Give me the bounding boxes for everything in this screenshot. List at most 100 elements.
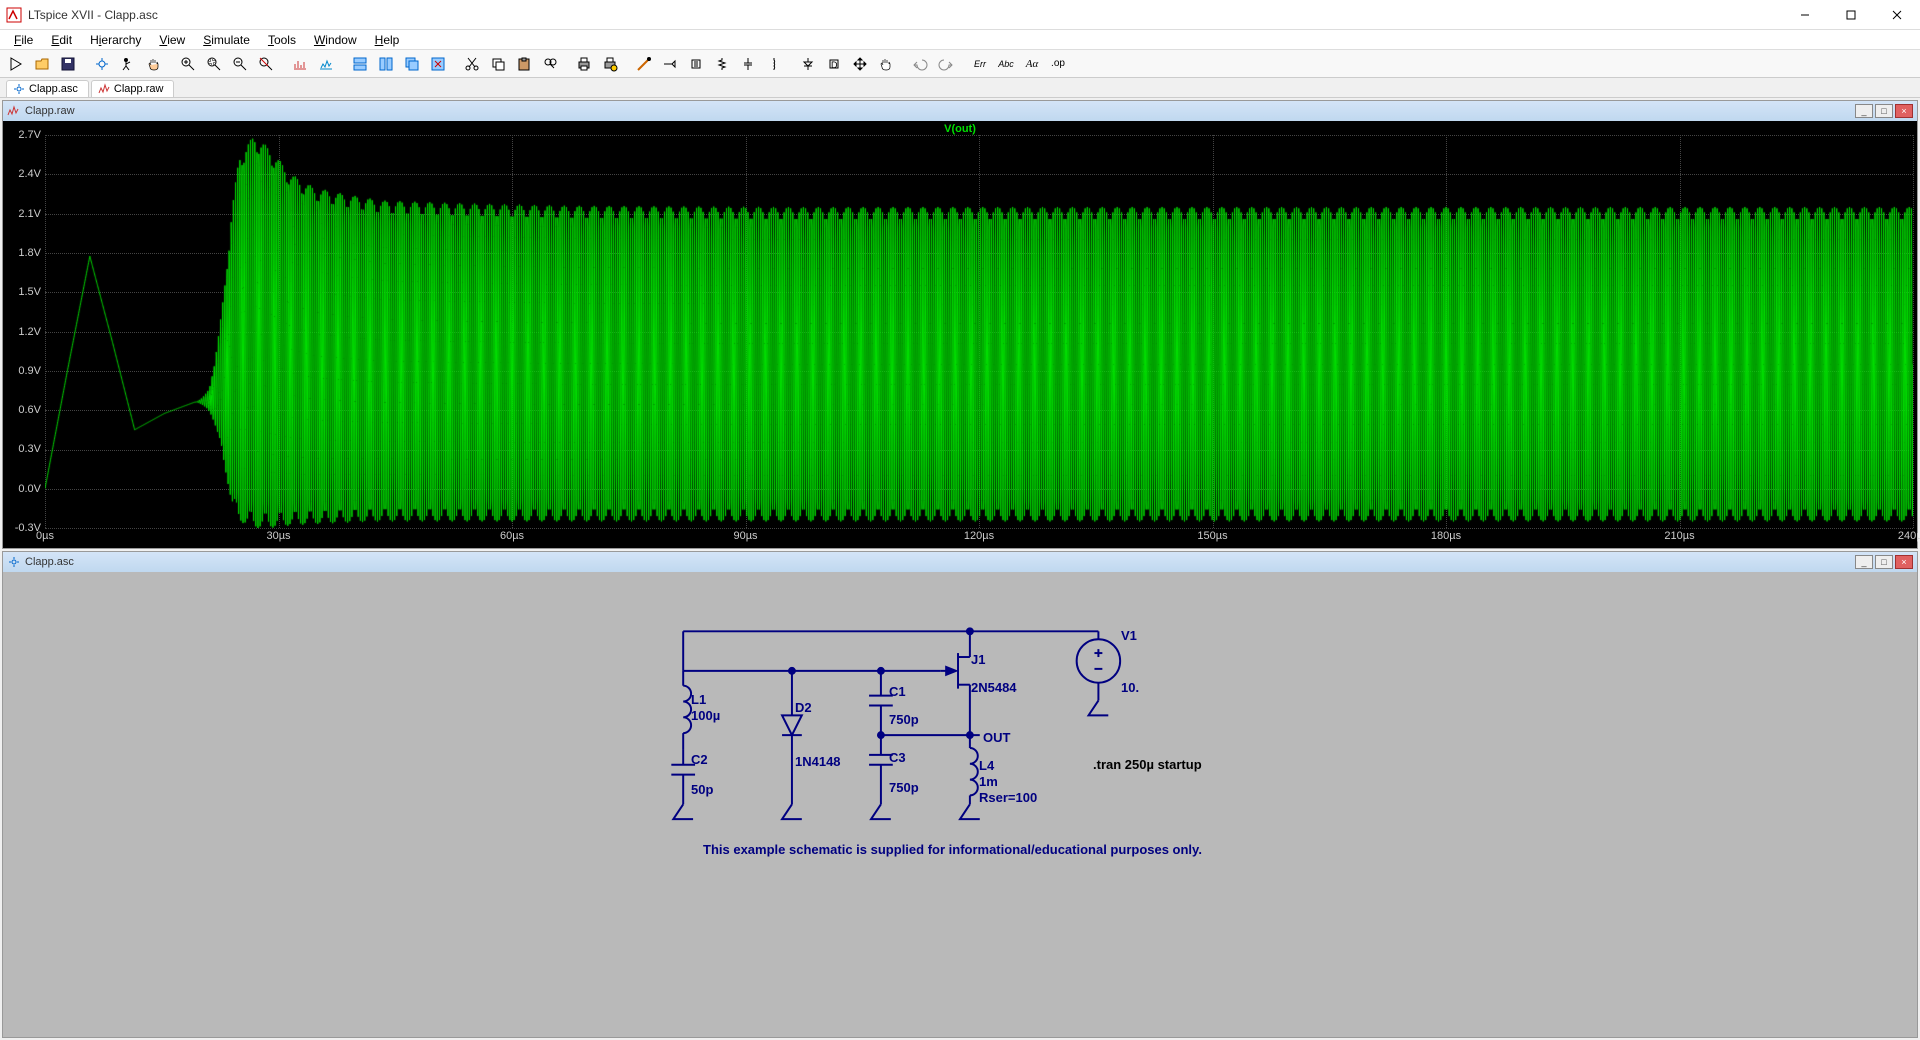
menu-help[interactable]: Help bbox=[367, 31, 408, 49]
waveform-pane-titlebar[interactable]: Clapp.raw _ □ × bbox=[3, 101, 1917, 121]
comp-name-L4[interactable]: L4 bbox=[979, 758, 994, 773]
pane-close-button[interactable]: × bbox=[1895, 104, 1913, 118]
drag-button[interactable] bbox=[874, 52, 898, 76]
place-res-button[interactable] bbox=[710, 52, 734, 76]
svg-text:D: D bbox=[831, 60, 838, 70]
menu-bar: File Edit Hierarchy View Simulate Tools … bbox=[0, 30, 1920, 50]
undo-button[interactable] bbox=[908, 52, 932, 76]
schematic-button[interactable] bbox=[90, 52, 114, 76]
waveform-canvas[interactable] bbox=[45, 135, 1913, 528]
draw-wire-button[interactable] bbox=[632, 52, 656, 76]
waveform-icon bbox=[7, 104, 21, 118]
cascade-button[interactable] bbox=[400, 52, 424, 76]
zoom-out-button[interactable] bbox=[228, 52, 252, 76]
menu-file[interactable]: File bbox=[6, 31, 41, 49]
text-button[interactable]: Aα bbox=[1020, 52, 1044, 76]
close-button[interactable] bbox=[1874, 0, 1920, 30]
comp-value-J1[interactable]: 2N5484 bbox=[971, 680, 1017, 695]
pane-close-button[interactable]: × bbox=[1895, 555, 1913, 569]
comp-name-D2[interactable]: D2 bbox=[795, 700, 812, 715]
tab-label: Clapp.asc bbox=[29, 83, 78, 95]
x-axis[interactable]: 0µs30µs60µs90µs120µs150µs180µs210µs240µs bbox=[45, 528, 1913, 548]
pane-maximize-button[interactable]: □ bbox=[1875, 555, 1893, 569]
cut-button[interactable] bbox=[460, 52, 484, 76]
x-tick: 0µs bbox=[36, 530, 54, 542]
spice-directive[interactable]: .tran 250µ startup bbox=[1093, 757, 1202, 772]
comp-value-C1[interactable]: 750p bbox=[889, 712, 919, 727]
comp-name-L1[interactable]: L1 bbox=[691, 692, 706, 707]
spice-err-button[interactable]: Err bbox=[968, 52, 992, 76]
toolbar: D Err Abc Aα .op bbox=[0, 50, 1920, 78]
zoom-in-button[interactable] bbox=[176, 52, 200, 76]
find-button[interactable] bbox=[538, 52, 562, 76]
label-net-button[interactable] bbox=[658, 52, 682, 76]
comp-value-D2[interactable]: 1N4148 bbox=[795, 754, 841, 769]
tab-waveform[interactable]: Clapp.raw bbox=[91, 80, 175, 97]
autoscale-button[interactable] bbox=[288, 52, 312, 76]
minimize-button[interactable] bbox=[1782, 0, 1828, 30]
copy-button[interactable] bbox=[486, 52, 510, 76]
y-axis[interactable]: 2.7V2.4V2.1V1.8V1.5V1.2V0.9V0.6V0.3V0.0V… bbox=[3, 121, 45, 528]
zoom-area-button[interactable] bbox=[202, 52, 226, 76]
comp-name-C3[interactable]: C3 bbox=[889, 750, 906, 765]
schematic-canvas-area[interactable]: L1 100µ C2 50p D2 1N4148 C1 750p C3 750p… bbox=[3, 572, 1917, 1037]
zoom-fit-button[interactable] bbox=[254, 52, 278, 76]
op-button[interactable]: .op bbox=[1046, 52, 1070, 76]
comp-value-L4[interactable]: 1m bbox=[979, 774, 998, 789]
comp-value-C2[interactable]: 50p bbox=[691, 782, 713, 797]
comp-value-L1[interactable]: 100µ bbox=[691, 708, 720, 723]
x-tick: 90µs bbox=[733, 530, 757, 542]
close-all-button[interactable] bbox=[426, 52, 450, 76]
comp-name-J1[interactable]: J1 bbox=[971, 652, 985, 667]
menu-view[interactable]: View bbox=[151, 31, 193, 49]
schematic-footer[interactable]: This example schematic is supplied for i… bbox=[703, 842, 1202, 857]
spice-text-button[interactable]: Abc bbox=[994, 52, 1018, 76]
redo-button[interactable] bbox=[934, 52, 958, 76]
place-gnd-button[interactable] bbox=[684, 52, 708, 76]
move-button[interactable] bbox=[848, 52, 872, 76]
tab-schematic[interactable]: Clapp.asc bbox=[6, 80, 89, 97]
comp-value-C3[interactable]: 750p bbox=[889, 780, 919, 795]
trace-label[interactable]: V(out) bbox=[944, 123, 976, 135]
net-label-out[interactable]: OUT bbox=[983, 730, 1010, 745]
save-button[interactable] bbox=[56, 52, 80, 76]
comp-rser-L4[interactable]: Rser=100 bbox=[979, 790, 1037, 805]
waveform-pane: Clapp.raw _ □ × V(out) 2.7V2.4V2.1V1.8V1… bbox=[2, 100, 1918, 549]
pane-maximize-button[interactable]: □ bbox=[1875, 104, 1893, 118]
open-button[interactable] bbox=[30, 52, 54, 76]
paste-button[interactable] bbox=[512, 52, 536, 76]
place-ind-button[interactable] bbox=[762, 52, 786, 76]
comp-value-V1[interactable]: 10. bbox=[1121, 680, 1139, 695]
schematic-svg bbox=[3, 572, 1917, 1037]
print-button[interactable] bbox=[572, 52, 596, 76]
place-component-button[interactable]: D bbox=[822, 52, 846, 76]
schematic-pane-titlebar[interactable]: Clapp.asc _ □ × bbox=[3, 552, 1917, 572]
print-setup-button[interactable] bbox=[598, 52, 622, 76]
place-diode-button[interactable] bbox=[796, 52, 820, 76]
maximize-button[interactable] bbox=[1828, 0, 1874, 30]
pane-minimize-button[interactable]: _ bbox=[1855, 555, 1873, 569]
comp-name-C2[interactable]: C2 bbox=[691, 752, 708, 767]
y-tick: 2.4V bbox=[18, 168, 41, 180]
place-cap-button[interactable] bbox=[736, 52, 760, 76]
title-bar: LTspice XVII - Clapp.asc bbox=[0, 0, 1920, 30]
menu-simulate[interactable]: Simulate bbox=[195, 31, 258, 49]
menu-hierarchy[interactable]: Hierarchy bbox=[82, 31, 149, 49]
pane-minimize-button[interactable]: _ bbox=[1855, 104, 1873, 118]
tile-vert-button[interactable] bbox=[374, 52, 398, 76]
run-icon[interactable] bbox=[116, 52, 140, 76]
comp-name-C1[interactable]: C1 bbox=[889, 684, 906, 699]
stack-button[interactable] bbox=[314, 52, 338, 76]
pan-button[interactable] bbox=[142, 52, 166, 76]
comp-name-V1[interactable]: V1 bbox=[1121, 628, 1137, 643]
menu-window[interactable]: Window bbox=[306, 31, 365, 49]
waveform-plot[interactable]: V(out) 2.7V2.4V2.1V1.8V1.5V1.2V0.9V0.6V0… bbox=[3, 121, 1917, 548]
menu-tools[interactable]: Tools bbox=[260, 31, 304, 49]
x-tick: 120µs bbox=[964, 530, 994, 542]
y-tick: 0.6V bbox=[18, 404, 41, 416]
run-button[interactable] bbox=[4, 52, 28, 76]
y-tick: 0.3V bbox=[18, 443, 41, 455]
pane-title-text: Clapp.raw bbox=[25, 105, 1855, 117]
menu-edit[interactable]: Edit bbox=[43, 31, 80, 49]
tile-horiz-button[interactable] bbox=[348, 52, 372, 76]
